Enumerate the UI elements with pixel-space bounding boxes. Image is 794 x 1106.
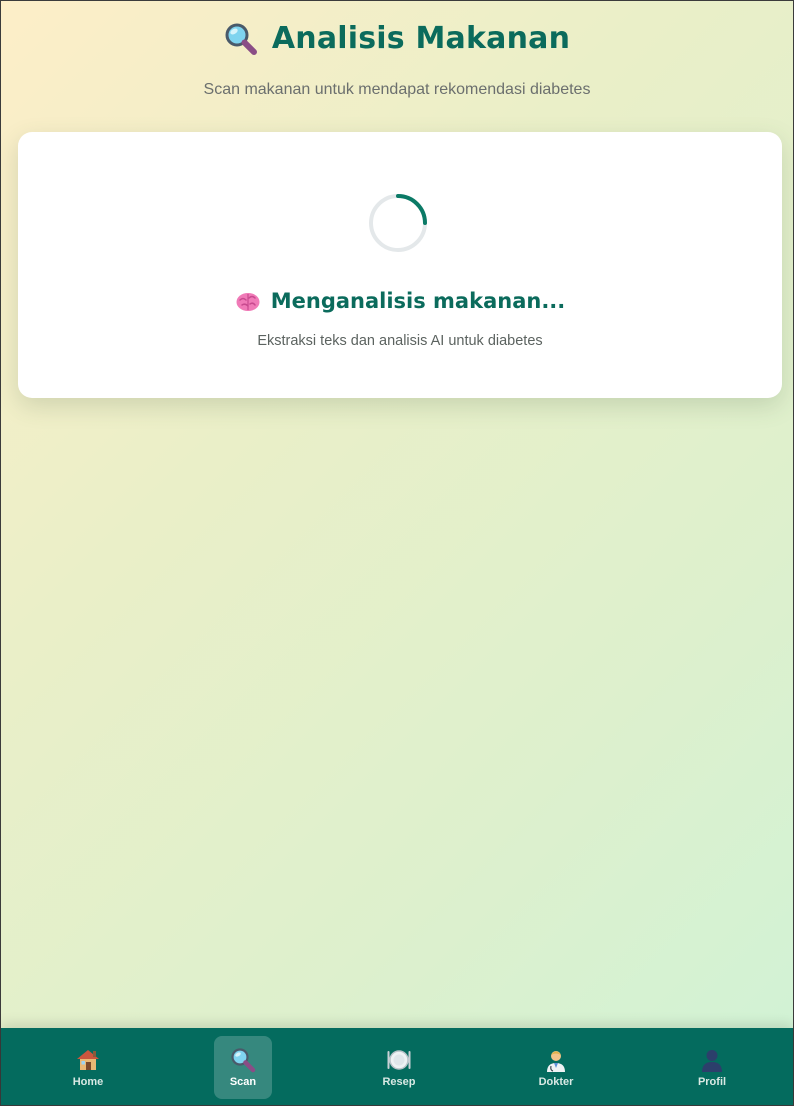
magnifier-icon <box>231 1048 256 1073</box>
loading-status: Menganalisis makanan... <box>18 288 782 314</box>
user-icon <box>702 1050 722 1072</box>
page-header: Analisis Makanan <box>1 21 793 56</box>
nav-label-home: Home <box>72 1076 104 1088</box>
nav-label-scan: Scan <box>229 1076 257 1088</box>
nav-item-dokter[interactable]: Dokter <box>527 1036 585 1099</box>
nav-item-home[interactable]: Home <box>59 1036 117 1099</box>
loading-title: Menganalisis makanan... <box>270 289 566 313</box>
plate-icon <box>387 1050 411 1070</box>
nav-label-dokter: Dokter <box>538 1076 574 1088</box>
loading-spinner <box>369 194 427 252</box>
loading-description: Ekstraksi teks dan analisis AI untuk dia… <box>257 333 543 349</box>
loading-card: Menganalisis makanan... Ekstraksi teks d… <box>18 132 782 398</box>
page-title: Analisis Makanan <box>271 21 571 56</box>
nav-label-resep: Resep <box>382 1076 416 1088</box>
bottom-nav: Home Scan Resep Dokter Profil <box>1 1028 793 1105</box>
nav-item-scan[interactable]: Scan <box>214 1036 272 1099</box>
page-subtitle: Scan makanan untuk mendapat rekomendasi … <box>203 81 591 98</box>
house-icon <box>77 1050 99 1070</box>
nav-item-resep[interactable]: Resep <box>370 1036 428 1099</box>
magnifier-icon <box>225 23 257 55</box>
brain-icon <box>236 293 260 311</box>
nav-label-profil: Profil <box>697 1076 727 1088</box>
nav-item-profil[interactable]: Profil <box>683 1036 741 1099</box>
doctor-icon <box>547 1051 565 1072</box>
